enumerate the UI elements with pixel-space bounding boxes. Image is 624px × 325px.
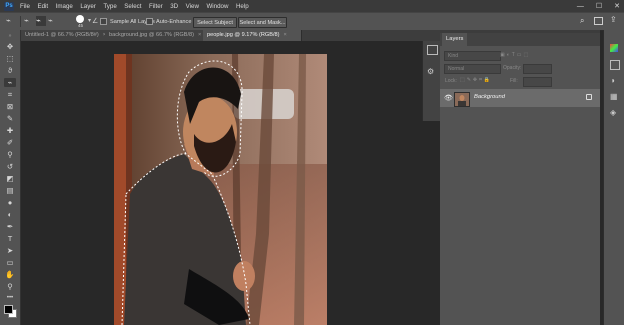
shape-icon[interactable]: ▭ — [4, 258, 16, 267]
menu-select[interactable]: Select — [124, 3, 141, 10]
tools-panel: » ✥ ⬚ ϑ ⌁ ⌗ ⊠ ✎ ✚ ✐ ⚲ ↺ ◩ ▤ ● ◐ ✒ T ➤ ▭ … — [0, 30, 21, 325]
swatches-panel-icon[interactable] — [610, 60, 620, 70]
lock-icons[interactable]: ⬚✎✥⌗🔒 — [460, 77, 492, 83]
lock-label: Lock: — [445, 78, 457, 84]
select-subject-button[interactable]: Select Subject — [193, 17, 237, 28]
foreground-color-swatch[interactable] — [4, 305, 13, 314]
marquee-icon[interactable]: ⬚ — [4, 54, 16, 63]
tab-label: background.jpg @ 66.7% (RGB/8) — [109, 32, 194, 38]
collapsed-panels-strip: ⚙ — [422, 41, 441, 121]
quick-selection-preset-icon[interactable]: ⌁ — [6, 16, 16, 26]
quick-selection-icon[interactable]: ⌁ — [4, 78, 16, 87]
checkbox-box[interactable] — [100, 18, 107, 25]
tab-people-jpg[interactable]: people.jpg @ 9.17% (RGB/8) × — [203, 30, 302, 41]
workspace-icon[interactable] — [594, 17, 603, 25]
photo-image — [114, 54, 327, 325]
checkbox-box[interactable] — [146, 18, 153, 25]
layer-thumbnail — [454, 92, 470, 107]
adjustments-panel-icon[interactable]: ◑ — [610, 76, 615, 85]
menu-view[interactable]: View — [186, 3, 199, 10]
opacity-field[interactable] — [523, 64, 552, 74]
document-tab-bar: Untitled-1 @ 66.7% (RGB/8#)× background.… — [21, 30, 440, 41]
more-tools-icon[interactable]: ••• — [4, 294, 16, 303]
menu-file[interactable]: File — [20, 3, 30, 10]
gradient-icon[interactable]: ▤ — [4, 186, 16, 195]
brush-angle-icon[interactable]: ∠ — [92, 17, 98, 25]
tab-background-jpg[interactable]: background.jpg @ 66.7% (RGB/8) × — [105, 30, 208, 41]
type-icon[interactable]: T — [4, 234, 16, 243]
select-and-mask-button[interactable]: Select and Mask... — [238, 17, 287, 28]
fill-field[interactable] — [523, 77, 552, 87]
new-selection-icon[interactable]: ⌁ — [24, 16, 34, 26]
lock-icon — [586, 94, 592, 100]
auto-enhance-label: Auto-Enhance — [156, 18, 192, 25]
menu-bar: Ps File Edit Image Layer Type Select Fil… — [0, 0, 624, 12]
menu-3d[interactable]: 3D — [170, 3, 178, 10]
path-selection-icon[interactable]: ➤ — [4, 246, 16, 255]
menu-layer[interactable]: Layer — [80, 3, 95, 10]
opacity-label: Opacity: — [503, 65, 522, 71]
brush-icon[interactable]: ✐ — [4, 138, 16, 147]
brush-size-label: 45 — [78, 23, 84, 28]
right-panel-strip: ◑ ▦ ◈ — [603, 30, 624, 325]
dodge-icon[interactable]: ◐ — [4, 210, 16, 219]
tab-untitled-1[interactable]: Untitled-1 @ 66.7% (RGB/8#)× — [21, 30, 106, 41]
filter-icons[interactable]: ▣◐T▭⬚ — [500, 52, 530, 58]
auto-enhance-checkbox[interactable]: Auto-Enhance — [146, 18, 191, 25]
color-panel-icon[interactable] — [610, 44, 618, 52]
people-photo[interactable] — [114, 54, 327, 325]
thumbnail-image — [455, 93, 469, 106]
hand-icon[interactable]: ✋ — [4, 270, 16, 279]
eyedropper-icon[interactable]: ✎ — [4, 114, 16, 123]
menu-filter[interactable]: Filter — [149, 3, 163, 10]
move-icon[interactable]: ✥ — [4, 42, 16, 51]
brush-preview-icon[interactable] — [76, 15, 84, 23]
healing-icon[interactable]: ✚ — [4, 126, 16, 135]
menu-image[interactable]: Image — [56, 3, 73, 10]
blur-icon[interactable]: ● — [4, 198, 16, 207]
layers-panel-icon[interactable]: ◈ — [610, 108, 616, 117]
search-icon[interactable]: ⌕ — [580, 16, 584, 26]
eye-icon[interactable]: 👁 — [444, 94, 453, 102]
divider — [20, 16, 21, 27]
zoom-icon[interactable]: ⚲ — [4, 282, 16, 291]
history-icon[interactable] — [427, 45, 438, 55]
minimize-button[interactable]: — — [577, 3, 584, 10]
share-icon[interactable]: ⇪ — [610, 15, 617, 24]
pen-icon[interactable]: ✒ — [4, 222, 16, 231]
close-button[interactable]: ✕ — [614, 2, 620, 10]
menu-edit[interactable]: Edit — [37, 3, 48, 10]
photoshop-logo: Ps — [4, 1, 14, 11]
tab-layers[interactable]: Layers — [442, 33, 468, 46]
blend-mode-select[interactable]: Normal — [444, 64, 501, 74]
crop-icon[interactable]: ⌗ — [4, 90, 16, 99]
collapse-toolbar-icon[interactable]: » — [4, 32, 16, 41]
add-to-selection-icon[interactable]: ⌁ — [36, 16, 46, 26]
layer-name[interactable]: Background — [474, 94, 505, 100]
brush-picker-chevron-icon[interactable]: ▾ — [88, 17, 91, 24]
close-tab-icon[interactable]: × — [198, 32, 201, 38]
layers-panel-header: Layers — [440, 33, 600, 46]
layers-panel: Layers Kind ▣◐T▭⬚ Normal Opacity: Lock: … — [440, 33, 600, 325]
options-bar: ⌁ ⌁ ⌁ ⌁ 45 ▾ ∠ Sample All Layers Auto-En… — [0, 12, 624, 31]
stamp-icon[interactable]: ⚲ — [4, 150, 16, 159]
menu-type[interactable]: Type — [103, 3, 116, 10]
maximize-button[interactable]: ☐ — [596, 2, 602, 10]
subtract-from-selection-icon[interactable]: ⌁ — [48, 16, 58, 26]
tab-label: people.jpg @ 9.17% (RGB/8) — [207, 32, 280, 38]
kind-filter[interactable]: Kind — [444, 51, 501, 61]
frame-icon[interactable]: ⊠ — [4, 102, 16, 111]
fill-label: Fill: — [510, 78, 518, 84]
tab-label: Untitled-1 @ 66.7% (RGB/8#) — [25, 32, 99, 38]
properties-icon[interactable]: ⚙ — [427, 67, 434, 76]
libraries-panel-icon[interactable]: ▦ — [610, 92, 618, 101]
close-tab-icon[interactable]: × — [284, 32, 287, 38]
lasso-icon[interactable]: ϑ — [4, 66, 16, 75]
layer-row-background[interactable]: 👁 Background — [440, 89, 600, 107]
main-menu: File Edit Image Layer Type Select Filter… — [20, 3, 256, 10]
history-brush-icon[interactable]: ↺ — [4, 162, 16, 171]
menu-window[interactable]: Window — [206, 3, 228, 10]
eraser-icon[interactable]: ◩ — [4, 174, 16, 183]
menu-help[interactable]: Help — [236, 3, 249, 10]
